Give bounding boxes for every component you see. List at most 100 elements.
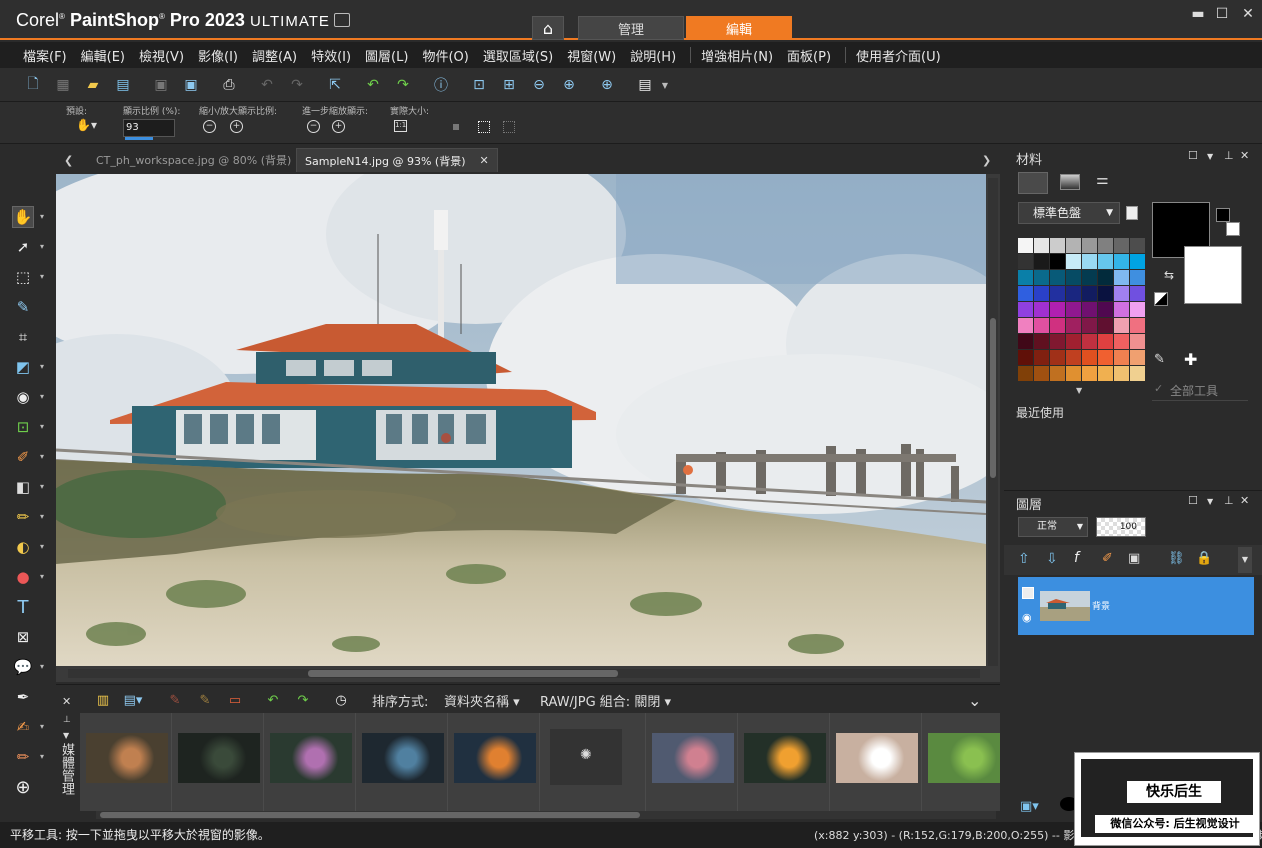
menu-view[interactable]: 檢視(V): [139, 46, 184, 65]
chevron-down-icon[interactable]: ▾: [40, 512, 44, 521]
color-swatch[interactable]: [1098, 350, 1113, 365]
thumbnail-item[interactable]: [172, 713, 264, 811]
color-swatch[interactable]: [1098, 254, 1113, 269]
paint-brush-icon[interactable]: ✐: [12, 446, 34, 468]
folder-tree-icon[interactable]: ▥: [94, 691, 112, 709]
color-swatch[interactable]: [1034, 350, 1049, 365]
chevron-down-icon[interactable]: ▾: [40, 392, 44, 401]
link-icon[interactable]: ⛓: [1168, 551, 1185, 566]
dodge-tool-icon[interactable]: ✏: [12, 506, 34, 528]
new-file-icon[interactable]: 🗋: [24, 76, 42, 94]
color-swatch[interactable]: [1066, 318, 1081, 333]
swatches-tab-icon[interactable]: [1018, 172, 1048, 194]
red-eye-tool-icon[interactable]: ◉: [12, 386, 34, 408]
menu-adjust[interactable]: 調整(A): [252, 46, 297, 65]
zoom-in-icon[interactable]: ⊕: [560, 76, 578, 94]
home-button[interactable]: ⌂: [532, 16, 564, 40]
clone-tool-icon[interactable]: ⊡: [12, 416, 34, 438]
color-swatch[interactable]: [1114, 302, 1129, 317]
chevron-down-icon[interactable]: ▾: [40, 422, 44, 431]
menu-file[interactable]: 檔案(F): [23, 46, 67, 65]
new-from-grid-icon[interactable]: ▦: [54, 76, 72, 94]
new-layer-icon[interactable]: ▣▾: [1020, 799, 1039, 814]
undo-icon[interactable]: ↶: [364, 76, 382, 94]
move-layer-up-icon[interactable]: ⇧: [1018, 551, 1030, 567]
chevron-down-icon[interactable]: ▾: [40, 212, 44, 221]
horizontal-scrollbar[interactable]: [68, 669, 980, 678]
color-swatch[interactable]: [1082, 270, 1097, 285]
menu-image[interactable]: 影像(I): [198, 46, 238, 65]
scroll-thumb[interactable]: [990, 318, 996, 478]
reset-colors-icon[interactable]: [1154, 292, 1168, 306]
color-swatch[interactable]: [1082, 366, 1097, 381]
chevron-down-icon[interactable]: ▾: [40, 542, 44, 551]
color-swatch[interactable]: [1098, 270, 1113, 285]
color-swatch[interactable]: [1130, 270, 1145, 285]
color-swatch[interactable]: [1050, 238, 1065, 253]
pin-icon[interactable]: ⊥: [63, 715, 71, 725]
menu-objects[interactable]: 物件(O): [422, 46, 468, 65]
thumbnail-item[interactable]: [738, 713, 830, 811]
fit-window-icon[interactable]: ⊞: [500, 76, 518, 94]
pen-tool-icon[interactable]: ✒: [12, 686, 34, 708]
lock-icon[interactable]: 🔒: [1196, 551, 1212, 566]
close-tab-icon[interactable]: ✕: [480, 154, 489, 167]
time-machine-icon[interactable]: ◷: [332, 691, 350, 709]
color-swatch[interactable]: [1050, 318, 1065, 333]
color-swatch[interactable]: [1082, 350, 1097, 365]
menu-window[interactable]: 視窗(W): [567, 46, 616, 65]
fit-screen-icon[interactable]: [503, 121, 515, 133]
color-swatch[interactable]: [1050, 334, 1065, 349]
mask-icon[interactable]: ▣: [1128, 551, 1140, 566]
sort-select[interactable]: 資料夾名稱 ▾: [444, 691, 520, 710]
step-zoom-out-icon[interactable]: −: [307, 120, 320, 133]
smudge-tool-icon[interactable]: ◐: [12, 536, 34, 558]
color-swatch[interactable]: [1098, 366, 1113, 381]
color-swatch[interactable]: [1082, 302, 1097, 317]
chevron-down-icon[interactable]: ▾: [40, 722, 44, 731]
adjust-tab-icon[interactable]: ⚌: [1096, 172, 1109, 188]
color-swatch[interactable]: [1050, 302, 1065, 317]
color-swatch[interactable]: [1034, 270, 1049, 285]
menu-selections[interactable]: 選取區域(S): [483, 46, 553, 65]
fill-tool-icon[interactable]: ●: [12, 566, 34, 588]
resize-icon[interactable]: ⇱: [326, 76, 344, 94]
fit-window-icon[interactable]: [478, 121, 490, 133]
color-swatch[interactable]: [1114, 238, 1129, 253]
menu-help[interactable]: 說明(H): [630, 46, 676, 65]
color-swatch[interactable]: [1066, 286, 1081, 301]
color-swatch[interactable]: [1050, 254, 1065, 269]
fit-image-icon[interactable]: [453, 124, 459, 130]
clipboard-icon[interactable]: ▤: [636, 76, 654, 94]
thumbnail-item[interactable]: ✺: [550, 713, 646, 811]
scroll-thumb[interactable]: [100, 812, 640, 818]
pan-preset-icon[interactable]: ✋▾: [76, 118, 97, 132]
layer-group-icon[interactable]: [1022, 587, 1034, 599]
dropper-tool-icon[interactable]: ✎: [12, 296, 34, 318]
save-as-icon[interactable]: ▣: [182, 76, 200, 94]
color-swatch[interactable]: [1050, 366, 1065, 381]
zoom-out-icon[interactable]: −: [203, 120, 216, 133]
color-swatch[interactable]: [1082, 254, 1097, 269]
chevron-down-icon[interactable]: ▼: [1076, 386, 1082, 395]
thumbnail-strip[interactable]: ✺: [80, 713, 1000, 811]
color-swatch[interactable]: [1130, 254, 1145, 269]
color-swatch[interactable]: [1018, 334, 1033, 349]
add-swatch-icon[interactable]: ✚: [1184, 350, 1197, 369]
color-swatch[interactable]: [1034, 286, 1049, 301]
crop-tool-icon[interactable]: ⌗: [12, 326, 34, 348]
color-swatch[interactable]: [1114, 286, 1129, 301]
color-swatch[interactable]: [1050, 270, 1065, 285]
palette-select[interactable]: 標準色盤 ▼: [1018, 202, 1120, 224]
chevron-down-icon[interactable]: ▾: [40, 362, 44, 371]
color-swatch[interactable]: [1050, 350, 1065, 365]
color-swatch[interactable]: [1098, 318, 1113, 333]
minimize-icon[interactable]: ▬: [1188, 6, 1208, 26]
color-swatch[interactable]: [1018, 318, 1033, 333]
close-icon[interactable]: ✕: [1238, 6, 1258, 26]
print-icon[interactable]: ⎙: [220, 76, 238, 94]
gradient-tab-icon[interactable]: [1060, 174, 1080, 190]
color-swatch[interactable]: [1082, 238, 1097, 253]
chevron-down-icon[interactable]: ▼: [1238, 547, 1252, 573]
pin-icon[interactable]: ⊥: [1224, 494, 1234, 507]
